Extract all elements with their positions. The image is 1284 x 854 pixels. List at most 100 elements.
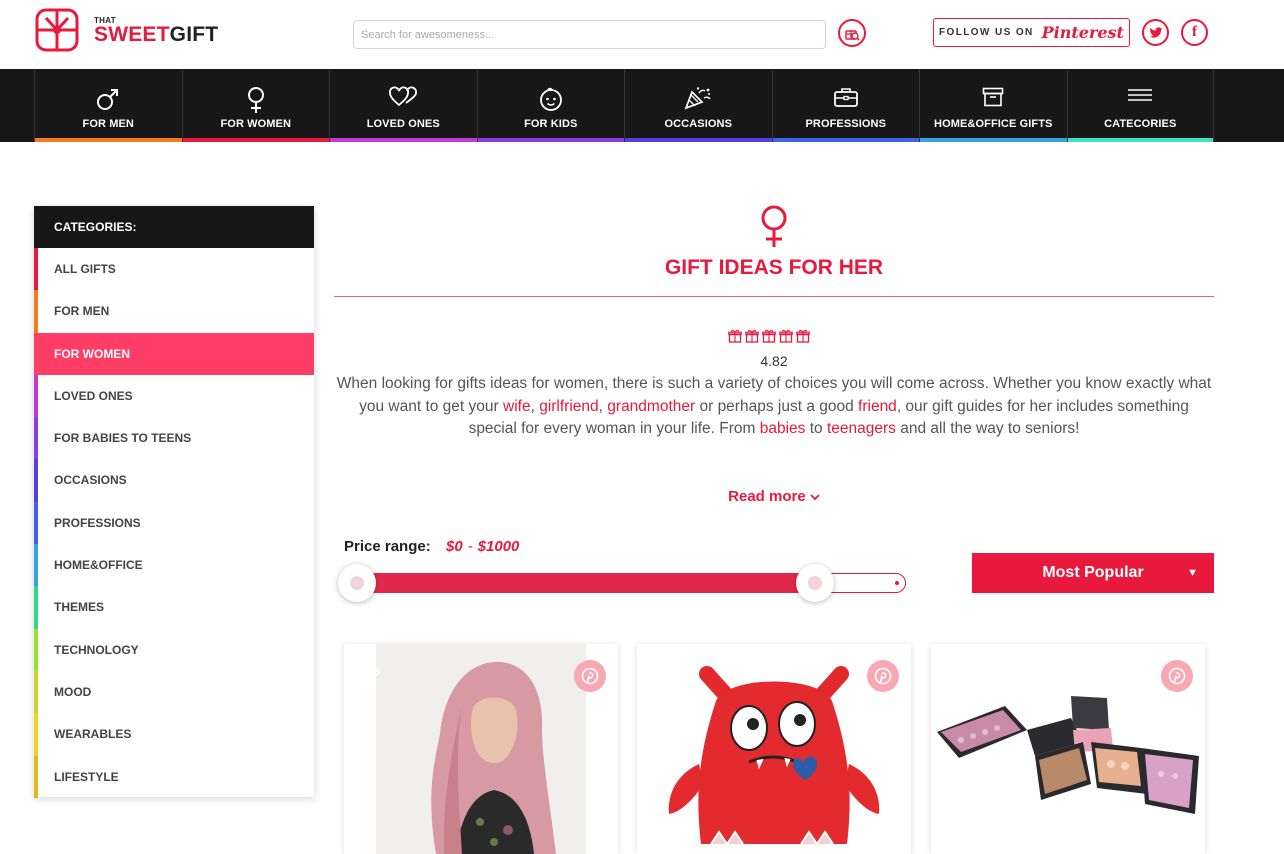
sidebar-item-label: HOME&OFFICE bbox=[54, 558, 143, 573]
sidebar-item-all-gifts[interactable]: ALL GIFTS bbox=[34, 248, 314, 291]
sidebar-color-stripe bbox=[34, 332, 38, 375]
nav-color-bar bbox=[1067, 138, 1213, 142]
logo-wordmark: SWEETGIFT bbox=[94, 23, 218, 47]
product-card[interactable] bbox=[637, 644, 911, 854]
link-friend[interactable]: friend bbox=[858, 398, 897, 415]
sidebar-item-technology[interactable]: TECHNOLOGY bbox=[34, 628, 314, 671]
gift-rating-icon bbox=[745, 329, 759, 343]
venus-icon bbox=[247, 87, 264, 113]
price-dash: - bbox=[467, 538, 473, 555]
nav-color-bar bbox=[920, 138, 1067, 142]
sidebar-item-loved-ones[interactable]: LOVED ONES bbox=[34, 374, 314, 418]
nav-label: PROFESSIONS bbox=[805, 118, 887, 130]
rating-value: 4.82 bbox=[760, 353, 788, 369]
link-wife[interactable]: wife bbox=[503, 398, 531, 415]
logo-gift-text: GIFT bbox=[169, 23, 219, 46]
sidebar-item-for-men[interactable]: FOR MEN bbox=[34, 290, 314, 333]
sidebar-item-home-office[interactable]: HOME&OFFICE bbox=[34, 544, 314, 587]
link-babies[interactable]: babies bbox=[760, 420, 806, 437]
nav-label: FOR KIDS bbox=[524, 118, 578, 130]
site-logo[interactable]: THAT SWEETGIFT bbox=[34, 7, 244, 53]
sidebar-item-wearables[interactable]: WEARABLES bbox=[34, 713, 314, 756]
price-slider-min-handle[interactable] bbox=[338, 564, 376, 602]
pin-it-button[interactable] bbox=[1161, 660, 1193, 692]
sidebar-item-label: WEARABLES bbox=[54, 727, 132, 742]
nav-color-bar bbox=[35, 138, 182, 142]
pinterest-wordmark: Pinterest bbox=[1041, 23, 1124, 42]
sidebar-item-babies-teens[interactable]: FOR BABIES TO TEENS bbox=[34, 417, 314, 460]
sidebar-item-label: ALL GIFTS bbox=[54, 262, 116, 276]
sidebar-item-label: TECHNOLOGY bbox=[54, 642, 139, 657]
sort-selected-label: Most Popular bbox=[1042, 564, 1144, 581]
nav-item-professions[interactable]: PROFESSIONS bbox=[771, 69, 919, 142]
nav-label: FOR WOMEN bbox=[220, 118, 292, 130]
search-input[interactable] bbox=[353, 20, 826, 49]
intro-text: , bbox=[598, 397, 608, 415]
nav-item-loved-ones[interactable]: LOVED ONES bbox=[329, 69, 477, 142]
nav-label: OCCASIONS bbox=[664, 118, 733, 130]
nav-color-bar bbox=[330, 138, 477, 142]
twitter-button[interactable] bbox=[1142, 19, 1169, 46]
menu-icon bbox=[1128, 89, 1153, 101]
gift-rating-icon bbox=[762, 329, 776, 343]
pinterest-icon bbox=[874, 667, 892, 685]
sidebar-item-mood[interactable]: MOOD bbox=[34, 670, 314, 714]
site-header: THAT SWEETGIFT FOLLOW US ON Pinterest f bbox=[0, 0, 1284, 69]
follow-pinterest-button[interactable]: FOLLOW US ON Pinterest bbox=[933, 18, 1130, 47]
read-more-link[interactable]: Read more bbox=[334, 488, 1214, 505]
nav-label: CATECORIES bbox=[1104, 118, 1177, 130]
chevron-down-icon: ▼ bbox=[1187, 567, 1198, 579]
pinterest-icon bbox=[1168, 667, 1186, 685]
rating-gifts[interactable] bbox=[728, 329, 810, 343]
link-grandmother[interactable]: grandmother bbox=[607, 398, 695, 415]
sidebar-item-label: FOR BABIES TO TEENS bbox=[54, 431, 192, 446]
product-card[interactable] bbox=[931, 644, 1205, 854]
chevron-down-icon bbox=[810, 494, 820, 501]
sidebar-color-stripe bbox=[34, 670, 38, 714]
sidebar-item-professions[interactable]: PROFESSIONS bbox=[34, 501, 314, 545]
gift-rating-icon bbox=[779, 329, 793, 343]
sidebar-color-stripe bbox=[34, 374, 38, 418]
gift-rating-icon bbox=[796, 329, 810, 343]
nav-item-for-kids[interactable]: FOR KIDS bbox=[476, 69, 624, 142]
link-teenagers[interactable]: teenagers bbox=[827, 420, 896, 437]
pinterest-icon bbox=[581, 667, 599, 685]
nav-label: FOR MEN bbox=[82, 118, 134, 130]
sidebar-item-occasions[interactable]: OCCASIONS bbox=[34, 459, 314, 502]
nav-item-home-office[interactable]: HOME&OFFICE GIFTS bbox=[919, 69, 1067, 142]
page-title: GIFT IDEAS FOR HER bbox=[664, 256, 884, 279]
archive-box-icon bbox=[982, 87, 1004, 107]
facebook-button[interactable]: f bbox=[1181, 19, 1208, 46]
price-slider[interactable] bbox=[338, 564, 906, 602]
baby-icon bbox=[539, 87, 562, 111]
link-girlfriend[interactable]: girlfriend bbox=[539, 398, 598, 415]
price-range-label: Price range: bbox=[344, 538, 431, 555]
sidebar-item-label: FOR MEN bbox=[54, 304, 110, 319]
sidebar-item-themes[interactable]: THEMES bbox=[34, 586, 314, 629]
product-card[interactable]: 6 bbox=[344, 644, 618, 854]
sidebar-item-for-women[interactable]: FOR WOMEN bbox=[34, 332, 314, 375]
pin-it-button[interactable] bbox=[867, 660, 899, 692]
gift-rating-icon bbox=[728, 329, 742, 343]
nav-item-occasions[interactable]: OCCASIONS bbox=[624, 69, 772, 142]
nav-item-categories[interactable]: CATECORIES bbox=[1066, 69, 1214, 142]
sidebar-color-stripe bbox=[34, 586, 38, 629]
sidebar-color-stripe bbox=[34, 417, 38, 460]
sidebar-item-label: LOVED ONES bbox=[54, 388, 133, 403]
nav-label: LOVED ONES bbox=[366, 118, 440, 130]
mars-icon bbox=[97, 89, 119, 110]
intro-text: or perhaps just a good bbox=[695, 397, 859, 415]
nav-item-for-women[interactable]: FOR WOMEN bbox=[181, 69, 329, 142]
nav-color-bar bbox=[477, 138, 624, 142]
price-slider-max-handle[interactable] bbox=[796, 564, 834, 602]
nav-item-for-men[interactable]: FOR MEN bbox=[34, 69, 182, 142]
pin-it-button[interactable] bbox=[574, 660, 606, 692]
sort-dropdown[interactable]: Most Popular ▼ bbox=[972, 553, 1214, 593]
logo-sweet-text: SWEET bbox=[94, 23, 170, 46]
sidebar-item-label: MOOD bbox=[54, 684, 92, 699]
intro-paragraph: When looking for gifts ideas for women, … bbox=[334, 373, 1214, 441]
gift-logo-icon bbox=[35, 8, 79, 52]
follow-label: FOLLOW US ON bbox=[939, 27, 1034, 38]
sidebar-item-lifestyle[interactable]: LIFESTYLE bbox=[34, 755, 314, 798]
gift-search-button[interactable] bbox=[838, 19, 866, 47]
